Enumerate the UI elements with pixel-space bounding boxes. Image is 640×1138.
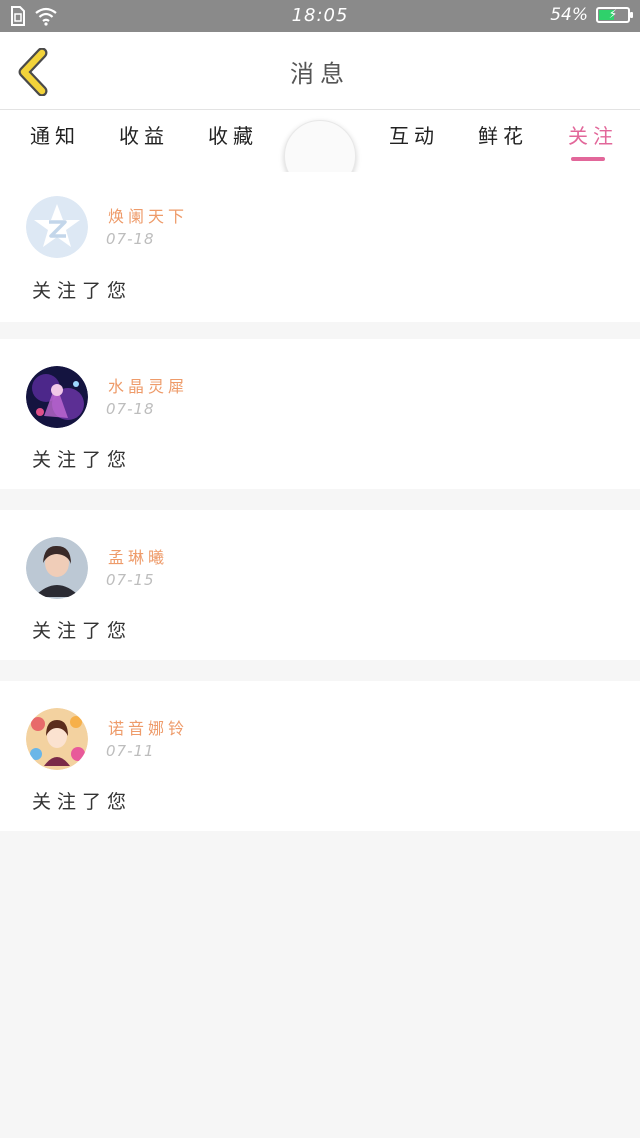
avatar[interactable] — [26, 366, 88, 428]
tab-follows[interactable]: 关注 — [568, 120, 618, 149]
username[interactable]: 诺音娜铃 — [108, 715, 188, 739]
message: 关注了您 — [32, 449, 133, 471]
charging-icon: ⚡ — [608, 7, 618, 21]
tab-interactions[interactable]: 互动 — [389, 120, 439, 149]
tab-earnings[interactable]: 收益 — [119, 120, 169, 149]
message: 关注了您 — [32, 280, 133, 302]
avatar[interactable] — [26, 537, 88, 599]
date: 07-11 — [106, 742, 155, 760]
username[interactable]: 水晶灵犀 — [108, 373, 188, 397]
message: 关注了您 — [32, 791, 133, 813]
list-item[interactable]: 焕阑天下 07-18 关注了您 — [0, 172, 640, 322]
username[interactable]: 孟琳曦 — [108, 544, 168, 568]
default-avatar-icon — [26, 196, 88, 258]
avatar[interactable] — [26, 708, 88, 770]
status-time: 18:05 — [291, 5, 349, 26]
list-item[interactable]: 诺音娜铃 07-11 关注了您 — [0, 681, 640, 831]
tab-notifications[interactable]: 通知 — [30, 120, 80, 149]
message: 关注了您 — [32, 620, 133, 642]
avatar-image — [26, 537, 88, 599]
list-item[interactable]: 孟琳曦 07-15 关注了您 — [0, 510, 640, 660]
avatar-image — [26, 366, 88, 428]
avatar-image — [26, 708, 88, 770]
battery-icon: ⚡ — [596, 7, 633, 23]
avatar[interactable] — [26, 196, 88, 258]
list-item[interactable]: 水晶灵犀 07-18 关注了您 — [0, 339, 640, 489]
date: 07-18 — [106, 400, 155, 418]
header-bar: 消息 — [0, 32, 640, 110]
battery-percent: 54% — [550, 5, 588, 25]
active-tab-indicator — [571, 157, 605, 161]
date: 07-18 — [106, 230, 155, 248]
date: 07-15 — [106, 571, 155, 589]
page-title: 消息 — [290, 60, 350, 88]
tab-flowers[interactable]: 鲜花 — [478, 120, 528, 149]
username[interactable]: 焕阑天下 — [108, 203, 188, 227]
tab-favorites[interactable]: 收藏 — [208, 120, 258, 149]
status-bar: 18:05 54% ⚡ — [0, 0, 640, 32]
